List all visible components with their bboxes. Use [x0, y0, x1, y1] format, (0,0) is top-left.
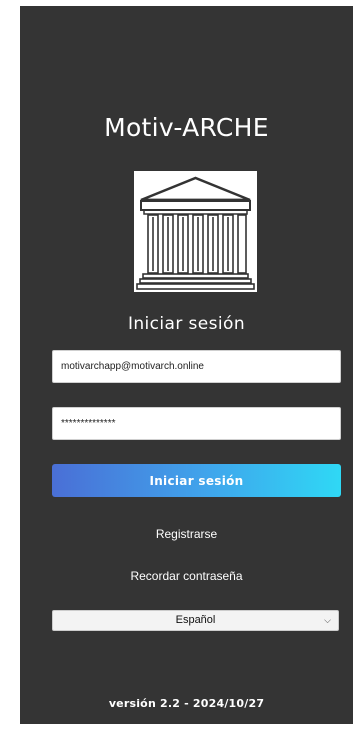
recover-password-link[interactable]: Recordar contraseña [20, 569, 353, 583]
language-select[interactable]: Español ⌵ [52, 610, 339, 631]
version-label: versión 2.2 - 2024/10/27 [108, 697, 265, 710]
login-screen: Motiv-ARCHE Iniciar sesión motivarchapp@… [20, 6, 353, 724]
temple-logo-icon [134, 171, 257, 292]
email-field[interactable] [52, 350, 341, 383]
register-link[interactable]: Registrarse [20, 527, 353, 541]
login-button[interactable]: Iniciar sesión [52, 464, 341, 497]
login-heading: Iniciar sesión [127, 314, 246, 334]
language-select-value: Español [175, 614, 216, 626]
password-field[interactable] [52, 407, 341, 440]
chevron-down-icon: ⌵ [324, 615, 331, 625]
app-title: Motiv-ARCHE [104, 113, 269, 142]
